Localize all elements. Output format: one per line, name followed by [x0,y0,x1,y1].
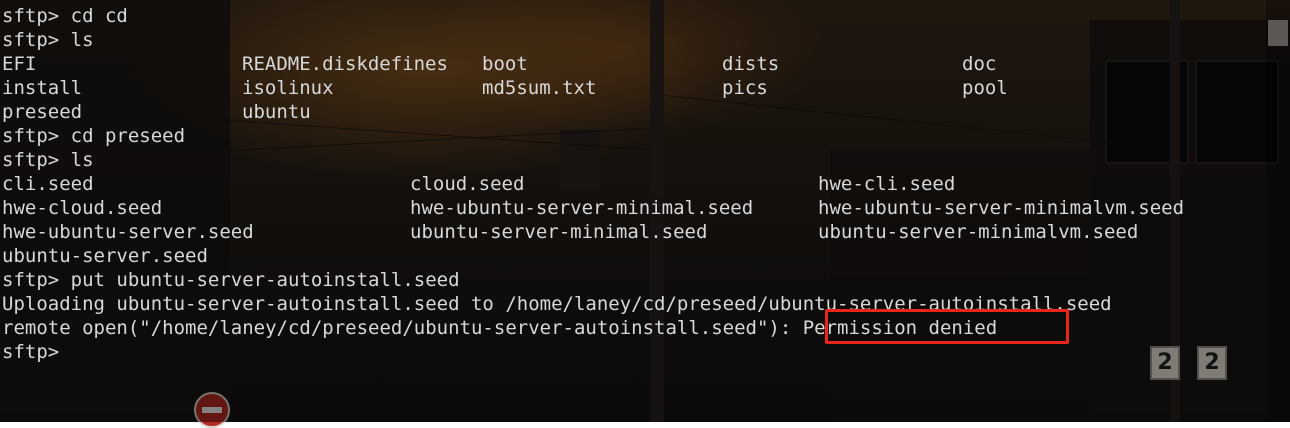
terminal-output-line: Uploading ubuntu-server-autoinstall.seed… [2,293,1112,315]
terminal-listing-entry: isolinux [242,77,334,99]
terminal-output-line: ubuntu-server.seed [2,245,208,267]
terminal-command-line: sftp> ls [2,29,94,51]
terminal-listing-entry: hwe-ubuntu-server.seed [2,221,254,243]
terminal-command-line: sftp> put ubuntu-server-autoinstall.seed [2,269,460,291]
annotation-highlight-box [825,309,1069,344]
terminal-listing-entry: ubuntu-server-minimal.seed [410,221,708,243]
terminal-listing-entry: install [2,77,83,99]
terminal-command-line: sftp> [2,341,71,363]
terminal-listing-entry: cloud.seed [410,173,525,195]
terminal-listing-entry: hwe-cloud.seed [2,197,163,219]
terminal-listing-entry: hwe-cli.seed [818,173,956,195]
terminal-listing-row: hwe-cloud.seed hwe-ubuntu-server-minimal.… [2,196,1264,220]
terminal-listing-entry: README.diskdefines [242,53,448,75]
terminal-listing-entry: md5sum.txt [482,77,597,99]
terminal-output[interactable]: sftp> cd cd sftp> ls EFI README.diskdefines… [2,4,1264,364]
terminal-listing-entry: boot [482,53,528,75]
terminal-listing-entry: preseed [2,101,83,123]
terminal-listing-entry: ubuntu-server-minimalvm.seed [818,221,1139,243]
terminal-command-line: sftp> ls [2,149,94,171]
terminal-listing-row: hwe-ubuntu-server.seed ubuntu-server-mini… [2,220,1264,244]
terminal-command-line: sftp> cd preseed [2,125,186,147]
terminal-output-line: remote open("/home/laney/cd/preseed/ubun… [2,317,998,339]
terminal-listing-entry: pool [962,77,1008,99]
terminal-listing-entry: dists [722,53,780,75]
terminal-listing-entry: doc [962,53,997,75]
terminal-listing-entry: ubuntu [242,101,311,123]
terminal-listing-row: preseed ubuntu [2,100,1264,124]
terminal-listing-entry: cli.seed [2,173,94,195]
terminal-listing-row: EFI README.diskdefines boot dists doc [2,52,1264,76]
terminal-listing-entry: hwe-ubuntu-server-minimal.seed [410,197,754,219]
terminal-listing-row: cli.seed cloud.seed hwe-cli.seed [2,172,1264,196]
terminal-listing-entry: EFI [2,53,37,75]
terminal-command-line: sftp> cd cd [2,5,128,27]
terminal-listing-row: install isolinux md5sum.txt pics pool [2,76,1264,100]
scrollbar-thumb[interactable] [1268,20,1288,46]
terminal-listing-entry: pics [722,77,768,99]
terminal-scrollbar[interactable] [1266,0,1290,422]
terminal-listing-entry: hwe-ubuntu-server-minimalvm.seed [818,197,1185,219]
